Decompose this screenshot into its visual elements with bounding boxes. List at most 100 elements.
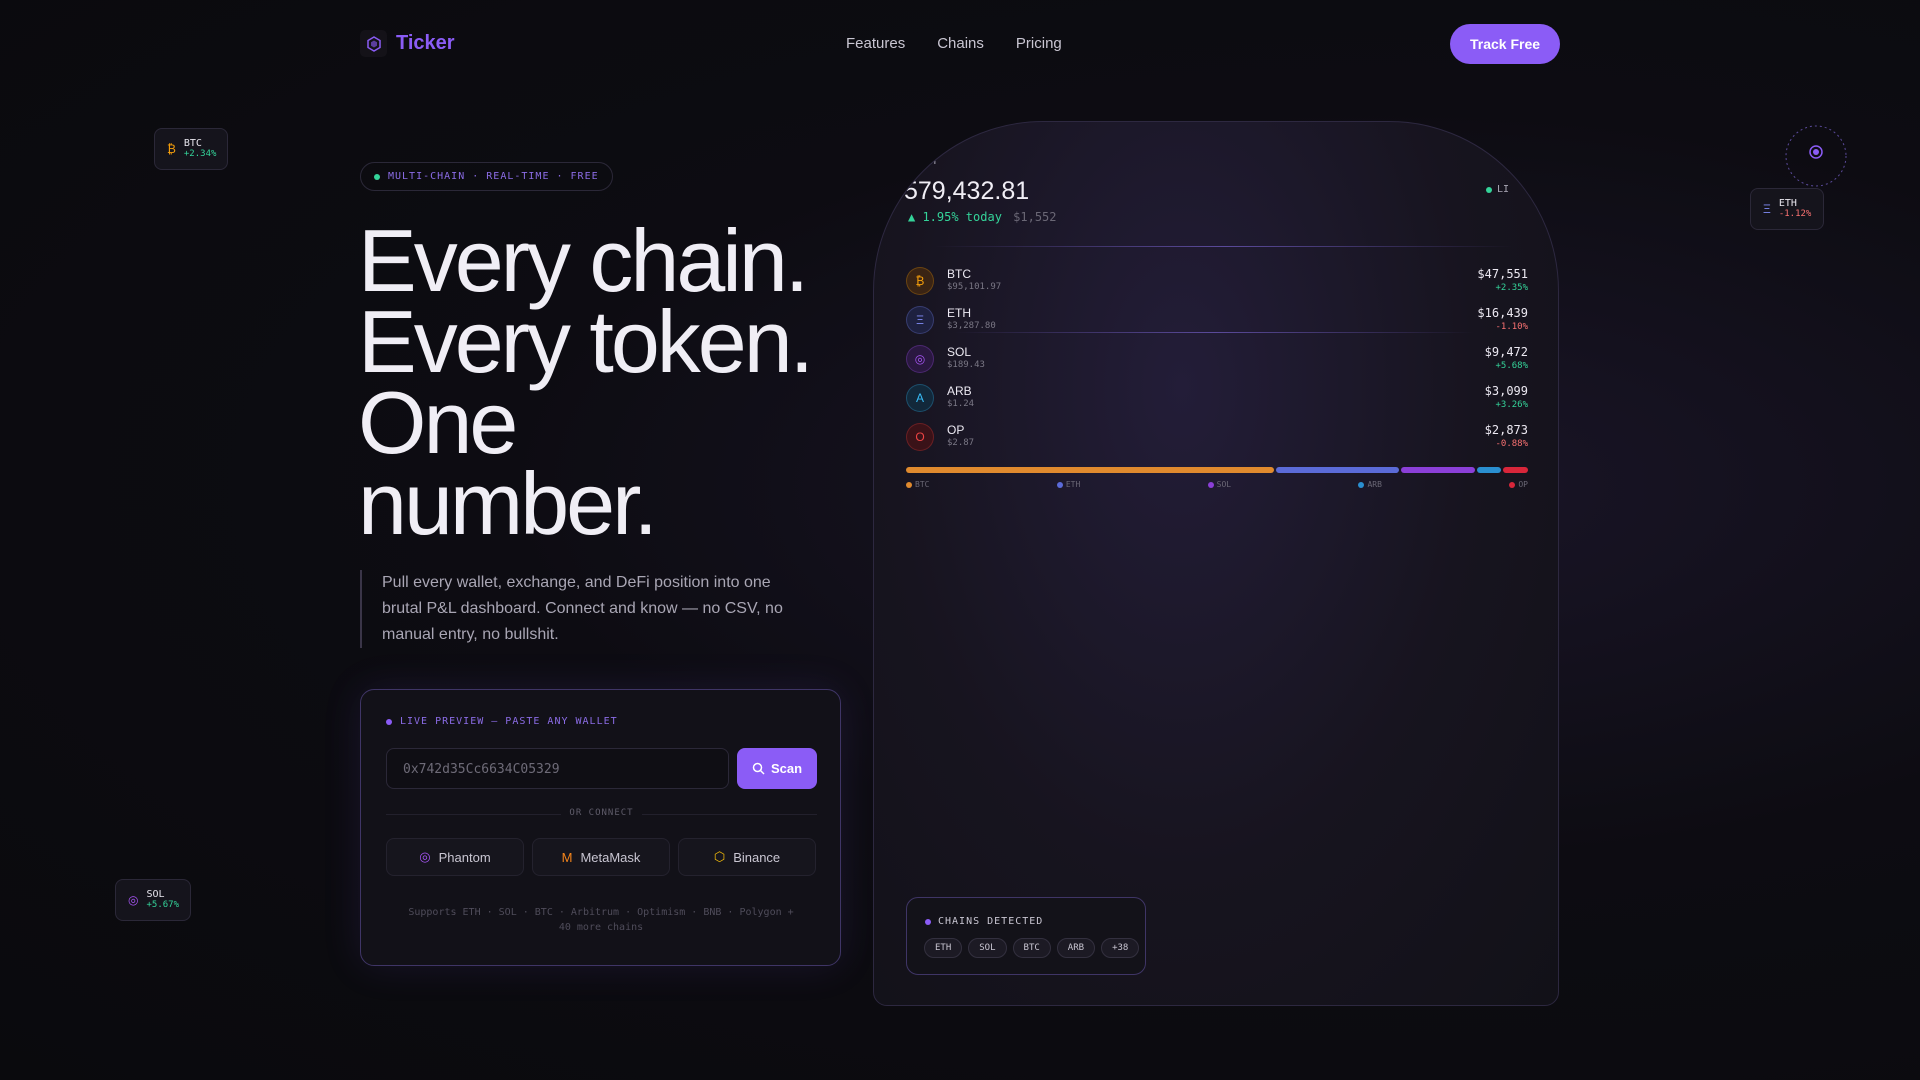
connect-binance-button[interactable]: ⬡ Binance [678, 838, 816, 876]
legend-op: OP [1509, 480, 1528, 489]
allocation-legend: BTC ETH SOL ARB OP [906, 480, 1528, 489]
live-dot [1486, 186, 1492, 193]
legend-arb: ARB [1358, 480, 1382, 489]
holding-row-sol[interactable]: ◎ SOL $189.43 $9,472 +5.68% [906, 339, 1528, 378]
scan-button[interactable]: Scan [737, 748, 817, 789]
headline-line: Every token. [358, 292, 814, 391]
headline-line: number. [358, 454, 658, 553]
divider [954, 332, 1474, 333]
btc-icon: ₿ [167, 142, 176, 156]
brand-logo[interactable]: Ticker [360, 30, 455, 57]
holding-row-btc[interactable]: ₿ BTC $95,101.97 $47,551 +2.35% [906, 261, 1528, 300]
preview-dot [386, 718, 392, 725]
holding-change: +5.68% [1495, 360, 1528, 371]
allocation-bar [906, 467, 1529, 473]
arb-icon: A [906, 383, 934, 412]
holding-price: $189.43 [947, 360, 985, 370]
holding-row-op[interactable]: O OP $2.87 $2,873 -0.88% [906, 417, 1528, 456]
chains-label-text: CHAINS DETECTED [938, 916, 1044, 927]
op-icon: O [906, 422, 934, 451]
chain-pill[interactable]: ETH [924, 938, 963, 958]
chip-change: -1.12% [1778, 209, 1812, 219]
search-icon [752, 762, 765, 775]
binance-icon: ⬡ [713, 849, 726, 864]
holding-price: $1.24 [947, 399, 975, 409]
chain-pill[interactable]: ARB [1056, 938, 1096, 958]
holding-change: -0.88% [1495, 438, 1528, 449]
headline-line: Every chain. [358, 211, 809, 310]
change-percent: ▲ 1.95% today [908, 210, 1002, 224]
nav-link-pricing[interactable]: Pricing [1016, 35, 1062, 52]
status-dot [374, 173, 380, 180]
scan-label: Scan [770, 761, 803, 776]
holding-change: -1.10% [1495, 321, 1528, 332]
chains-label: CHAINS DETECTED [925, 916, 1043, 927]
metamask-icon: M [561, 849, 573, 865]
legend-eth: ETH [1056, 480, 1080, 489]
holding-name: OP [947, 423, 965, 437]
holding-row-arb[interactable]: A ARB $1.24 $3,099 +3.26% [906, 378, 1528, 417]
net-worth-change: ▲ 1.95% today $1,552 [908, 210, 1057, 224]
holding-value: $2,873 [1484, 422, 1528, 437]
nav-link-features[interactable]: Features [846, 35, 905, 52]
float-chip-sol: ◎ SOL +5.67% [115, 879, 191, 921]
nav-link-chains[interactable]: Chains [937, 35, 984, 52]
holding-change: +2.35% [1495, 282, 1528, 293]
chip-change: +2.34% [183, 149, 217, 159]
connect-phantom-button[interactable]: ◎ Phantom [386, 838, 524, 876]
live-label: LI [1497, 184, 1510, 195]
holding-value: $16,439 [1477, 305, 1528, 320]
supported-chains-note: Supports ETH · SOL · BTC · Arbitrum · Op… [408, 907, 794, 933]
nav-links: Features Chains Pricing [846, 35, 1062, 52]
badge-text: MULTI-CHAIN · REAL-TIME · FREE [388, 171, 599, 182]
live-preview-card: LIVE PREVIEW — PASTE ANY WALLET 0x742d35… [360, 689, 841, 966]
wallet-label: MetaMask [580, 849, 641, 865]
net-worth-label: RTH [914, 156, 939, 167]
preview-label-text: LIVE PREVIEW — PASTE ANY WALLET [400, 716, 618, 727]
hero-subtext: Pull every wallet, exchange, and DeFi po… [360, 570, 810, 648]
holding-name: SOL [947, 345, 972, 359]
holdings-list: ₿ BTC $95,101.97 $47,551 +2.35% Ξ ETH $3,28… [906, 261, 1528, 456]
wallet-address-input[interactable]: 0x742d35Cc6634C05329 [386, 748, 729, 789]
chain-pill-more[interactable]: +38 [1101, 938, 1140, 958]
preview-label: LIVE PREVIEW — PASTE ANY WALLET [386, 716, 618, 727]
net-worth-value: 579,432.81 [904, 177, 1030, 205]
chip-name: BTC [183, 138, 202, 149]
holding-value: $9,472 [1484, 344, 1528, 359]
holding-price: $2.87 [947, 438, 975, 448]
divider [934, 246, 1514, 247]
chip-name: SOL [146, 889, 165, 900]
brand-name: Ticker [396, 32, 455, 54]
allocation-segment-arb [1476, 467, 1502, 473]
allocation-segment-op [1503, 467, 1529, 473]
chains-detected-card: CHAINS DETECTED ETH SOL BTC ARB +38 [906, 897, 1146, 975]
holding-price: $95,101.97 [947, 282, 1002, 292]
holding-row-eth[interactable]: Ξ ETH $3,287.80 $16,439 -1.10% [906, 300, 1528, 339]
holding-name: ARB [947, 384, 972, 398]
wallet-label: Phantom [438, 849, 491, 865]
portfolio-dashboard: RTH 579,432.81 ▲ 1.95% today $1,552 LI ₿… [873, 121, 1559, 1006]
allocation-segment-eth [1276, 467, 1400, 473]
change-amount: $1,552 [1013, 210, 1057, 224]
realtime-seal-icon [1785, 125, 1847, 187]
logo-icon [360, 30, 387, 57]
live-indicator: LI [1486, 184, 1509, 195]
track-free-button[interactable]: Track Free [1450, 24, 1560, 64]
float-chip-btc: ₿ BTC +2.34% [154, 128, 228, 170]
eth-icon: Ξ [906, 305, 934, 334]
holding-name: ETH [947, 306, 971, 320]
allocation-segment-btc [906, 467, 1275, 473]
wallet-connect-options: ◎ Phantom M MetaMask ⬡ Binance [386, 838, 816, 876]
holding-value: $3,099 [1484, 383, 1528, 398]
chip-change: +5.67% [146, 900, 179, 910]
chain-pill[interactable]: SOL [968, 938, 1007, 958]
eth-icon: Ξ [1763, 202, 1771, 216]
chain-pill[interactable]: BTC [1012, 938, 1051, 958]
holding-value: $47,551 [1477, 266, 1528, 281]
connect-metamask-button[interactable]: M MetaMask [532, 838, 670, 876]
allocation-segment-sol [1401, 467, 1475, 473]
hero-badge: MULTI-CHAIN · REAL-TIME · FREE [360, 162, 613, 191]
holding-name: BTC [947, 267, 971, 281]
chain-pills: ETH SOL BTC ARB +38 [924, 938, 1140, 958]
chains-dot [925, 918, 931, 925]
